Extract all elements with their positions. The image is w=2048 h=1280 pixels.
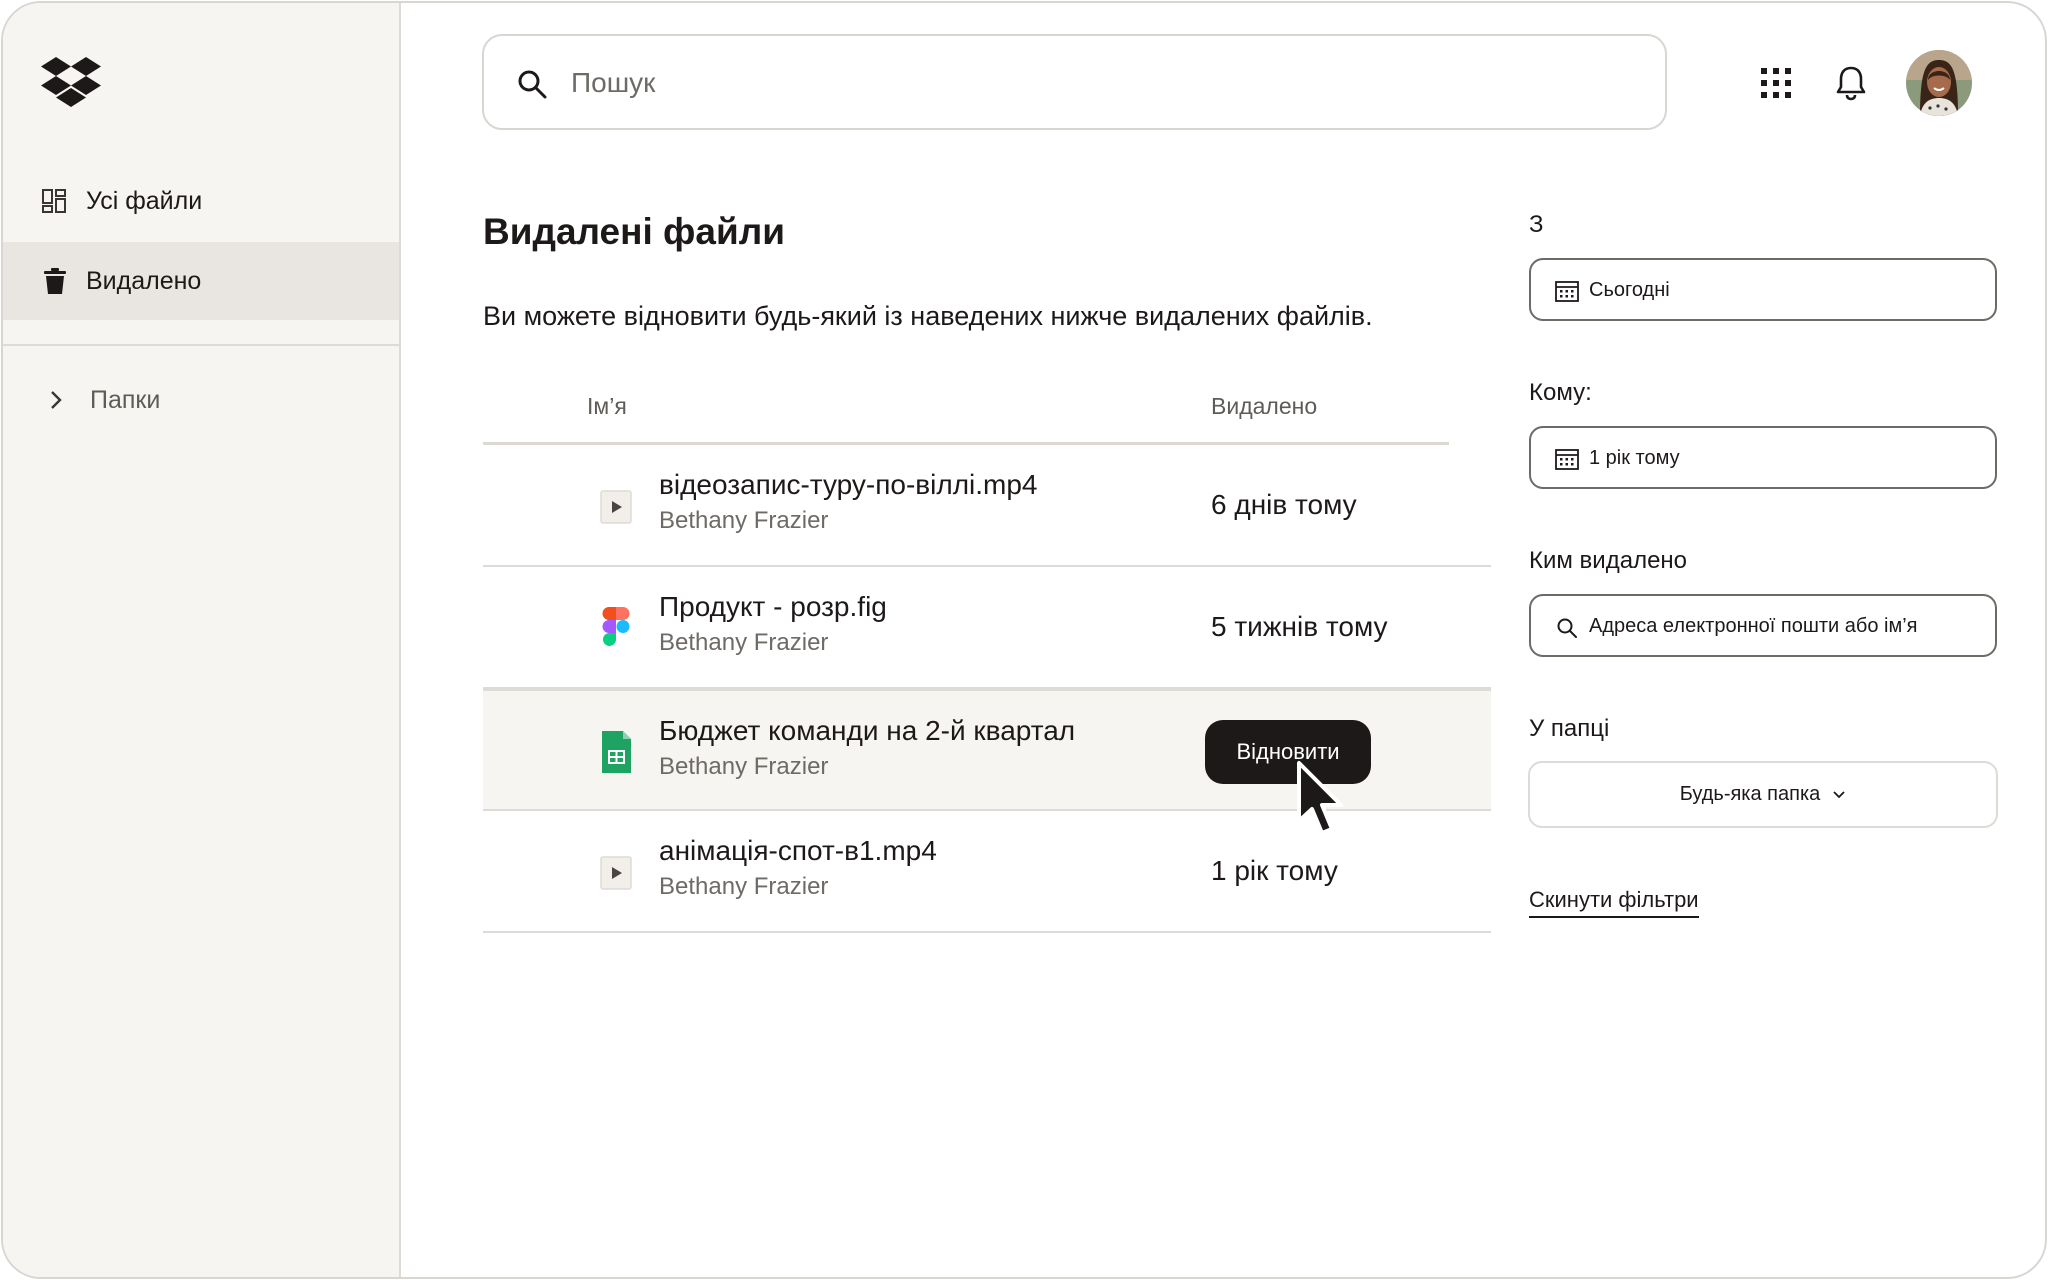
page-title: Видалені файли [483,211,785,252]
file-owner: Bethany Frazier [659,629,829,656]
folder-select-value: Будь-яка папка [1679,783,1821,805]
chevron-right-icon[interactable] [45,389,67,411]
restore-button[interactable]: Відновити [1205,720,1371,784]
chevron-down-icon [1833,790,1845,798]
table-row[interactable]: Бюджет команди на 2-й квартал Bethany Fr… [483,689,1491,811]
video-file-icon [600,490,632,524]
calendar-icon [1555,281,1579,302]
deleted-time: 1 рік тому [1211,855,1338,886]
deleted-time: 6 днів тому [1211,489,1357,520]
filter-deleted-by-placeholder[interactable]: Адреса електронної пошти або ім’я [1589,615,1918,638]
folder-select[interactable]: Будь-яка папка [1528,761,1998,828]
file-owner: Bethany Frazier [659,753,829,780]
sidebar-item-label: Видалено [86,266,202,295]
search-bar[interactable]: Пошук [482,34,1667,130]
filter-from-value: Сьогодні [1589,279,1670,301]
sidebar-item-label: Усі файли [86,186,203,215]
avatar[interactable] [1906,50,1972,116]
sidebar-divider [3,344,399,346]
video-file-icon [600,856,632,890]
file-name[interactable]: анімація-спот-в1.mp4 [659,835,937,867]
file-owner: Bethany Frazier [659,873,829,900]
file-owner: Bethany Frazier [659,507,829,534]
search-icon [518,70,547,99]
filter-from-label: З [1529,211,1544,238]
app-grid-icon[interactable] [1761,68,1791,98]
search-input[interactable]: Пошук [571,67,655,99]
deleted-time: 5 тижнів тому [1211,611,1388,642]
sidebar-item-all-files[interactable]: Усі файли [3,162,399,240]
filter-deleted-by-input[interactable]: Адреса електронної пошти або ім’я [1529,594,1997,657]
search-icon [1557,618,1577,638]
sidebar-item-folders[interactable]: Папки [3,361,399,439]
filter-folder-label: У папці [1529,715,1610,742]
filter-from-date[interactable]: Сьогодні [1529,258,1997,321]
sidebar: Усі файли Видалено Папки [3,3,401,1277]
table-row[interactable]: відеозапис-туру-по-віллі.mp4 Bethany Fra… [483,445,1491,567]
filter-to-date[interactable]: 1 рік тому [1529,426,1997,489]
reset-filters-link[interactable]: Скинути фільтри [1529,887,1699,918]
sidebar-item-label: Папки [90,385,161,414]
filter-to-value: 1 рік тому [1589,447,1680,469]
file-name[interactable]: Бюджет команди на 2-й квартал [659,715,1075,747]
column-header-name[interactable]: Ім’я [587,393,627,420]
column-header-deleted[interactable]: Видалено [1211,393,1317,420]
app-window: Усі файли Видалено Папки Пошук Видалені … [1,1,2047,1279]
spreadsheet-file-icon [602,731,631,773]
file-name[interactable]: Продукт - розр.fig [659,591,887,623]
file-name[interactable]: відеозапис-туру-по-віллі.mp4 [659,469,1038,501]
bell-icon[interactable] [1835,65,1867,101]
trash-icon [44,268,66,294]
filter-deleted-by-label: Ким видалено [1529,547,1688,574]
all-files-icon [42,189,66,213]
table-row[interactable]: Продукт - розр.fig Bethany Frazier 5 тиж… [483,567,1491,689]
table-row[interactable]: анімація-спот-в1.mp4 Bethany Frazier 1 р… [483,811,1491,933]
page-subtitle: Ви можете відновити будь-який із наведен… [483,301,1373,331]
dropbox-logo-icon[interactable] [41,57,101,107]
calendar-icon [1555,449,1579,470]
filter-to-label: Кому: [1529,379,1592,406]
figma-file-icon [602,607,630,646]
sidebar-item-deleted[interactable]: Видалено [3,242,399,320]
